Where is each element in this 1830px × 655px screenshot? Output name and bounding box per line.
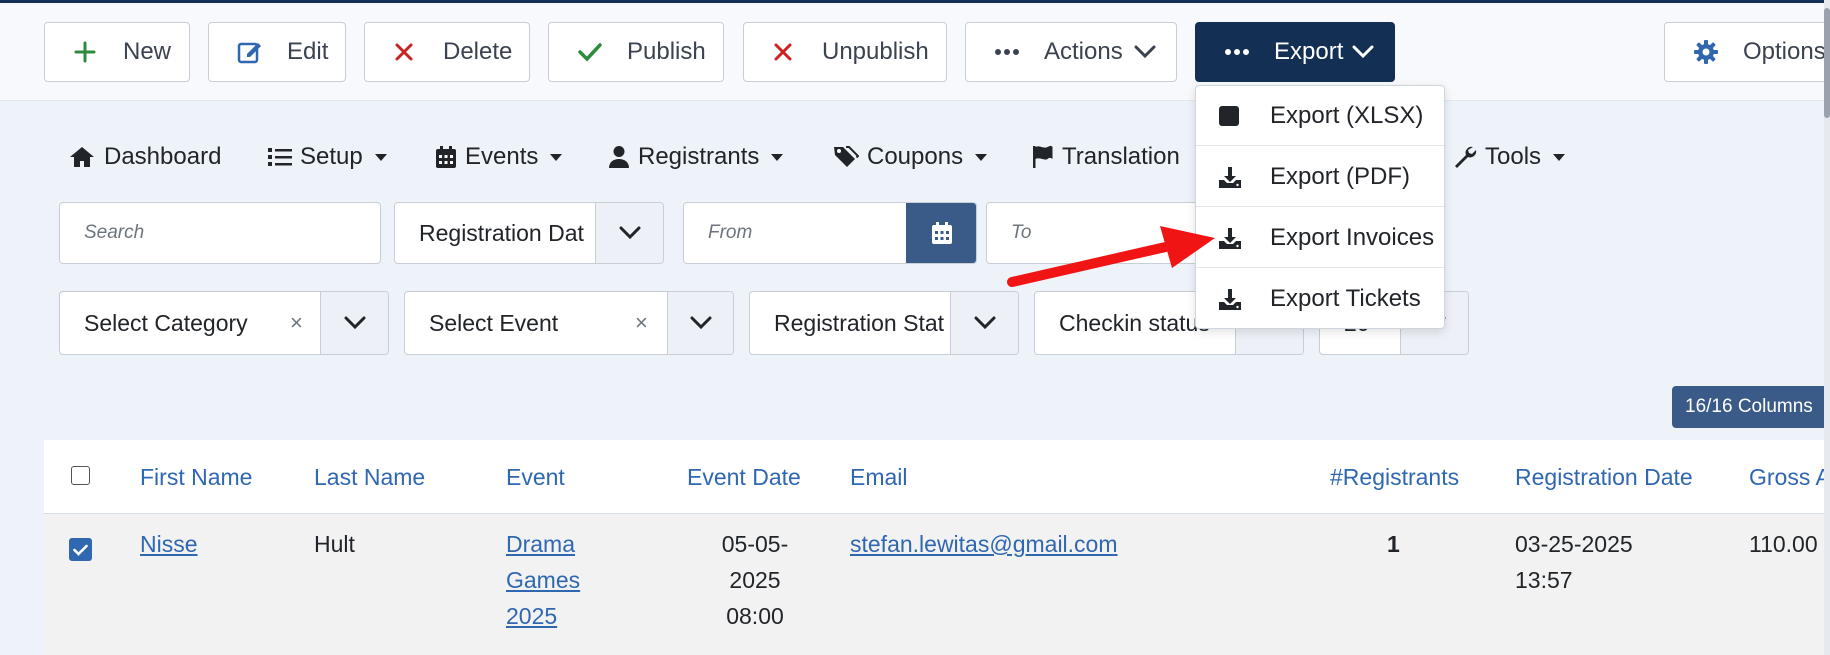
annotation-arrow-icon xyxy=(1007,226,1215,287)
page-scrollbar[interactable] xyxy=(1824,0,1830,655)
scrollbar-thumb[interactable] xyxy=(1824,8,1830,118)
